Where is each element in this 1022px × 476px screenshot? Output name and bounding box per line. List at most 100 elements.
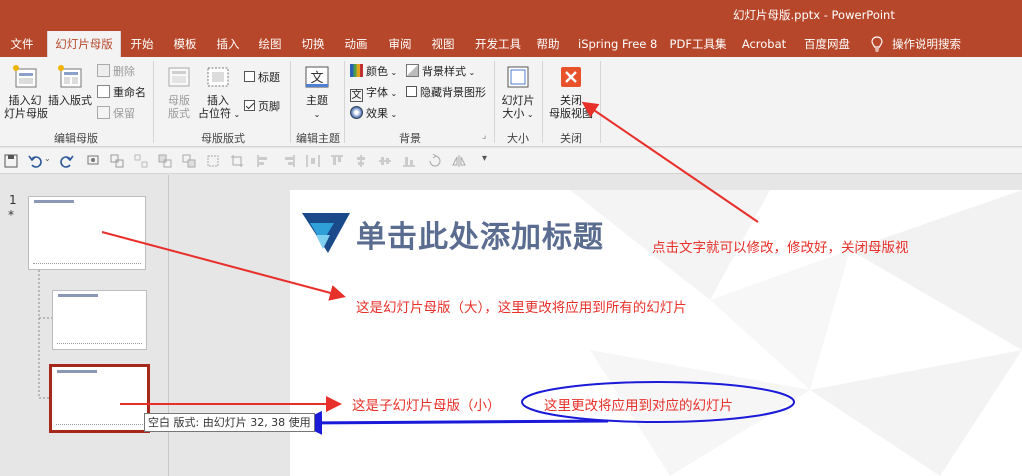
font-icon: 文 bbox=[350, 89, 363, 102]
tab-acrobat[interactable]: Acrobat bbox=[740, 31, 788, 57]
tab-animations[interactable]: 动画 bbox=[340, 31, 372, 57]
background-styles-label: 背景样式 bbox=[422, 65, 466, 78]
themes-button[interactable]: 文 主题 ⌄ bbox=[300, 63, 334, 121]
thumbnail-footer bbox=[56, 424, 143, 426]
tab-review[interactable]: 审阅 bbox=[384, 31, 416, 57]
distribute-icon[interactable] bbox=[306, 154, 320, 168]
footer-checkbox-box bbox=[244, 100, 255, 111]
tab-ispring[interactable]: iSpring Free 8 bbox=[578, 31, 657, 57]
tab-templates[interactable]: 模板 bbox=[169, 31, 201, 57]
customize-toolbar-icon[interactable]: ▾ bbox=[482, 153, 487, 164]
tab-insert[interactable]: 插入 bbox=[212, 31, 244, 57]
ungroup-icon[interactable] bbox=[134, 154, 148, 168]
background-styles-icon bbox=[406, 64, 419, 77]
slide-title-placeholder[interactable]: 单击此处添加标题 bbox=[356, 212, 604, 256]
tab-file[interactable]: 文件 bbox=[4, 31, 40, 57]
crop-icon[interactable] bbox=[230, 154, 244, 168]
colors-button[interactable]: 颜色 ⌄ bbox=[350, 63, 397, 81]
layout-thumbnail[interactable] bbox=[52, 290, 147, 350]
edit-theme-group-label: 编辑主题 bbox=[296, 132, 340, 145]
insert-layout-icon bbox=[58, 65, 82, 88]
title-bar: 幻灯片母版.pptx - PowerPoint bbox=[0, 0, 1022, 31]
hide-background-graphics-checkbox[interactable]: 隐藏背景图形 bbox=[406, 84, 486, 102]
flip-icon[interactable] bbox=[452, 154, 466, 168]
tab-developer[interactable]: 开发工具 bbox=[471, 31, 525, 57]
powerpoint-window: 幻灯片母版.pptx - PowerPoint 文件 幻灯片母版 开始 模板 插… bbox=[0, 0, 1022, 476]
child-master-annotation-2: 这里更改将应用到对应的幻灯片 bbox=[544, 398, 733, 414]
dropdown-arrow-icon: ⌄ bbox=[388, 110, 398, 119]
undo-dropdown-icon[interactable]: ⌄ bbox=[44, 154, 51, 163]
slide-master-thumbnail[interactable] bbox=[28, 196, 146, 270]
group-separator bbox=[542, 61, 543, 143]
group-icon[interactable] bbox=[110, 154, 124, 168]
align-right-icon[interactable] bbox=[282, 154, 296, 168]
group-separator bbox=[290, 61, 291, 143]
presentation-icon[interactable] bbox=[86, 154, 100, 168]
master-layout-icon bbox=[168, 67, 190, 87]
tab-help[interactable]: 帮助 bbox=[532, 31, 564, 57]
master-layout-label-2: 版式 bbox=[168, 107, 190, 120]
insert-placeholder-label-2: 占位符 bbox=[198, 107, 231, 120]
tab-home[interactable]: 开始 bbox=[126, 31, 158, 57]
fonts-button[interactable]: 文字体 ⌄ bbox=[350, 84, 397, 102]
ribbon: 插入幻 灯片母版 插入版式 删除 重命名 保留 编辑母版 母版 版式 插入 占位… bbox=[0, 57, 1022, 147]
group-separator bbox=[153, 61, 154, 143]
insert-placeholder-label-1: 插入 bbox=[207, 94, 229, 107]
insert-slide-master-label-2: 灯片母版 bbox=[4, 107, 48, 120]
footer-checkbox-label: 页脚 bbox=[258, 100, 280, 113]
align-top-icon[interactable] bbox=[330, 154, 344, 168]
master-annotation: 这是幻灯片母版（大），这里更改将应用到所有的幻灯片 bbox=[356, 300, 687, 316]
background-group-label: 背景 bbox=[399, 132, 421, 145]
insert-layout-button[interactable]: 插入版式 bbox=[48, 63, 92, 107]
close-view-annotation: 点击文字就可以修改，修改好，关闭母版视 bbox=[652, 240, 909, 256]
tab-draw[interactable]: 绘图 bbox=[254, 31, 286, 57]
slide-size-label-1: 幻灯片 bbox=[501, 94, 535, 107]
tab-pdf-tools[interactable]: PDF工具集 bbox=[668, 31, 728, 57]
rename-icon bbox=[97, 85, 110, 98]
child-master-annotation: 这是子幻灯片母版（小） bbox=[352, 398, 501, 414]
title-checkbox[interactable]: 标题 bbox=[244, 69, 280, 87]
close-master-view-button[interactable]: 关闭 母版视图 bbox=[548, 63, 594, 120]
dialog-launcher-icon[interactable]: ⌟ bbox=[482, 131, 486, 141]
thumbnail-footer bbox=[33, 263, 141, 265]
close-master-view-label-2: 母版视图 bbox=[549, 107, 593, 120]
rotate-icon[interactable] bbox=[428, 154, 442, 168]
close-group-label: 关闭 bbox=[560, 132, 582, 145]
thumbnail-title bbox=[57, 370, 97, 373]
hide-background-label: 隐藏背景图形 bbox=[420, 86, 486, 99]
rename-button[interactable]: 重命名 bbox=[97, 84, 146, 102]
tab-transitions[interactable]: 切换 bbox=[297, 31, 329, 57]
undo-icon[interactable] bbox=[28, 154, 42, 168]
tab-view[interactable]: 视图 bbox=[427, 31, 459, 57]
master-layout-button[interactable]: 母版 版式 bbox=[163, 63, 195, 120]
tell-me-search[interactable]: 操作说明搜索 bbox=[892, 31, 961, 57]
align-middle-icon[interactable] bbox=[378, 154, 392, 168]
delete-label: 删除 bbox=[113, 65, 135, 78]
preserve-button[interactable]: 保留 bbox=[97, 105, 135, 123]
themes-label: 主题 bbox=[306, 94, 328, 107]
tab-slide-master[interactable]: 幻灯片母版 bbox=[47, 31, 121, 58]
tab-baidu-netdisk[interactable]: 百度网盘 bbox=[801, 31, 853, 57]
insert-slide-master-button[interactable]: 插入幻 灯片母版 bbox=[4, 63, 48, 120]
save-icon[interactable] bbox=[4, 154, 18, 168]
footer-checkbox[interactable]: 页脚 bbox=[244, 98, 280, 116]
redo-icon[interactable] bbox=[60, 154, 74, 168]
align-bottom-icon[interactable] bbox=[402, 154, 416, 168]
thumbnail-title bbox=[34, 200, 74, 203]
effects-button[interactable]: 效果 ⌄ bbox=[350, 105, 397, 123]
select-icon[interactable] bbox=[206, 154, 220, 168]
align-left-icon[interactable] bbox=[256, 154, 270, 168]
selected-layout-thumbnail[interactable] bbox=[49, 364, 150, 433]
title-checkbox-box bbox=[244, 71, 255, 82]
edit-master-group-label: 编辑母版 bbox=[54, 132, 98, 145]
background-styles-button[interactable]: 背景样式 ⌄ bbox=[406, 63, 475, 81]
insert-placeholder-button[interactable]: 插入 占位符 ⌄ bbox=[198, 63, 240, 121]
send-backward-icon[interactable] bbox=[182, 154, 196, 168]
align-center-icon[interactable] bbox=[354, 154, 368, 168]
slide-size-button[interactable]: 幻灯片 大小 ⌄ bbox=[500, 63, 536, 121]
preserve-label: 保留 bbox=[113, 107, 135, 120]
bring-forward-icon[interactable] bbox=[158, 154, 172, 168]
size-group-label: 大小 bbox=[507, 132, 529, 145]
delete-button[interactable]: 删除 bbox=[97, 63, 135, 81]
themes-icon: 文 bbox=[305, 66, 329, 88]
